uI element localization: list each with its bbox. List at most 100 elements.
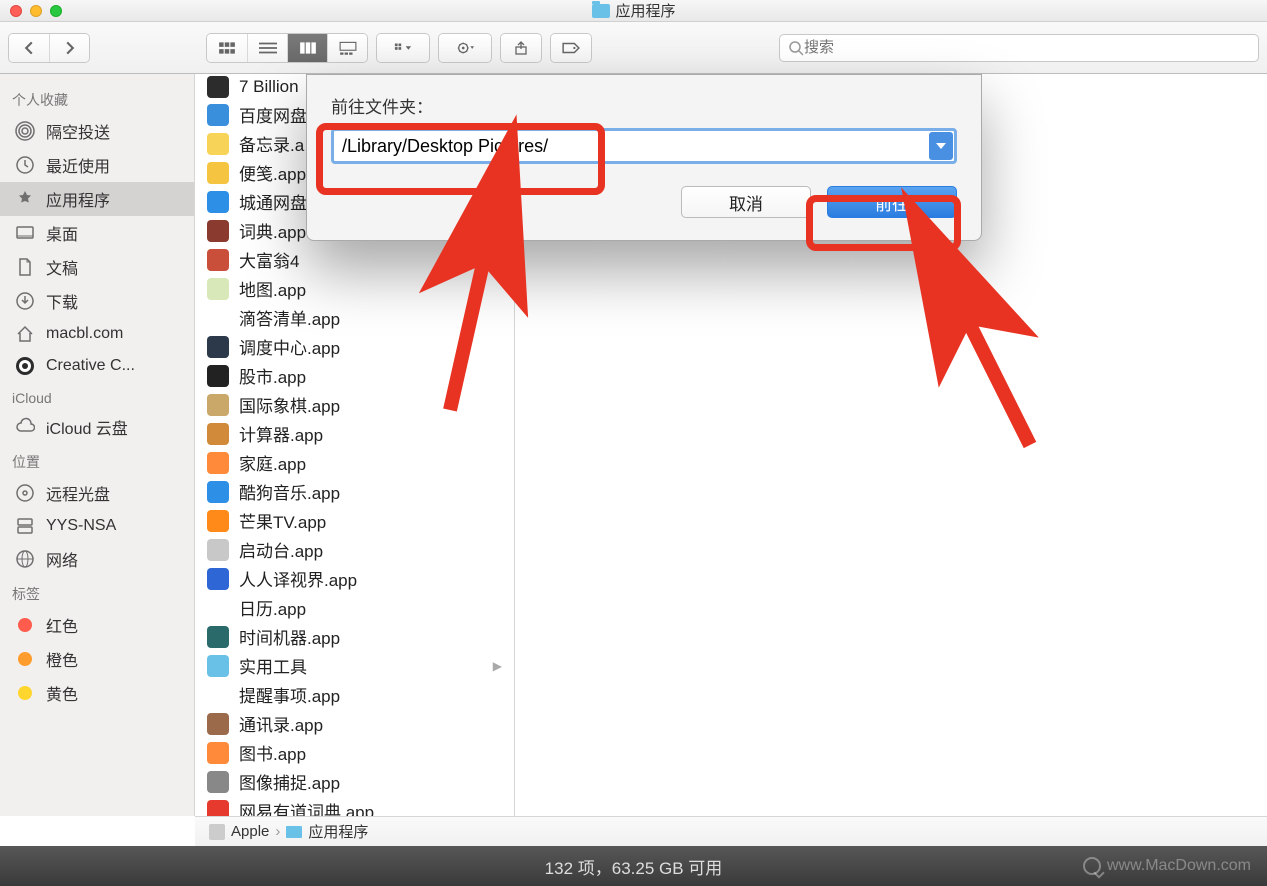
file-item[interactable]: 人人译视界.app	[195, 564, 514, 593]
file-name: 词典.app	[239, 218, 306, 243]
action-button[interactable]	[439, 34, 491, 62]
share-button[interactable]	[501, 34, 541, 62]
file-name: 启动台.app	[239, 537, 323, 562]
minimize-icon[interactable]	[30, 5, 42, 17]
file-item[interactable]: 滴答清单.app	[195, 303, 514, 332]
watermark-icon	[1083, 857, 1101, 875]
file-name: 国际象棋.app	[239, 392, 340, 417]
file-item[interactable]: 网易有道词典.app	[195, 796, 514, 816]
sidebar-section-header: 标签	[0, 576, 194, 608]
file-item[interactable]: 实用工具▶	[195, 651, 514, 680]
sidebar-item[interactable]: iCloud 云盘	[0, 410, 194, 444]
app-icon	[207, 800, 229, 817]
file-name: 城通网盘	[239, 189, 307, 214]
go-button[interactable]: 前往	[827, 186, 957, 218]
sidebar-item-label: 橙色	[46, 647, 78, 671]
file-item[interactable]: 大富翁4	[195, 245, 514, 274]
path-dropdown-button[interactable]	[929, 132, 953, 160]
sidebar-item[interactable]: YYS-NSA	[0, 510, 194, 542]
sidebar-item[interactable]: Creative C...	[0, 350, 194, 382]
maximize-icon[interactable]	[50, 5, 62, 17]
close-icon[interactable]	[10, 5, 22, 17]
icon-view-button[interactable]	[207, 34, 247, 62]
sidebar-item[interactable]: 最近使用	[0, 148, 194, 182]
sidebar-item[interactable]: 红色	[0, 608, 194, 642]
list-view-button[interactable]	[247, 34, 287, 62]
download-icon	[14, 290, 36, 312]
file-item[interactable]: 股市.app	[195, 361, 514, 390]
file-item[interactable]: 启动台.app	[195, 535, 514, 564]
file-name: 酷狗音乐.app	[239, 479, 340, 504]
path-disk-label[interactable]: Apple	[231, 823, 269, 840]
file-item[interactable]: 地图.app	[195, 274, 514, 303]
sidebar-item[interactable]: 远程光盘	[0, 476, 194, 510]
sidebar-item[interactable]: 网络	[0, 542, 194, 576]
arrange-group	[376, 33, 430, 63]
file-item[interactable]: 国际象棋.app	[195, 390, 514, 419]
globe-icon	[14, 548, 36, 570]
file-item[interactable]: 家庭.app	[195, 448, 514, 477]
file-item[interactable]: 酷狗音乐.app	[195, 477, 514, 506]
path-separator: ›	[275, 823, 280, 840]
app-icon	[207, 481, 229, 503]
app-icon	[207, 597, 229, 619]
sidebar-item-label: 下载	[46, 289, 78, 313]
sidebar-item[interactable]: 橙色	[0, 642, 194, 676]
file-name: 计算器.app	[239, 421, 323, 446]
sidebar-section-header: 位置	[0, 444, 194, 476]
file-item[interactable]: 计算器.app	[195, 419, 514, 448]
sidebar-item[interactable]: 应用程序	[0, 182, 194, 216]
file-item[interactable]: 图书.app	[195, 738, 514, 767]
cancel-button[interactable]: 取消	[681, 186, 811, 218]
arrange-button[interactable]	[377, 34, 429, 62]
app-icon	[207, 133, 229, 155]
sidebar-item[interactable]: macbl.com	[0, 318, 194, 350]
file-item[interactable]: 芒果TV.app	[195, 506, 514, 535]
file-item[interactable]: 调度中心.app	[195, 332, 514, 361]
path-folder-label[interactable]: 应用程序	[308, 821, 368, 842]
file-name: 图书.app	[239, 740, 306, 765]
doc-icon	[14, 256, 36, 278]
sidebar-item-label: 文稿	[46, 255, 78, 279]
column-view-button[interactable]	[287, 34, 327, 62]
sidebar-item[interactable]: 隔空投送	[0, 114, 194, 148]
toolbar	[0, 22, 1267, 74]
apps-icon	[14, 188, 36, 210]
file-name: 家庭.app	[239, 450, 306, 475]
sidebar-item[interactable]: 下载	[0, 284, 194, 318]
path-input[interactable]	[331, 128, 957, 164]
app-icon	[207, 394, 229, 416]
file-name: 芒果TV.app	[239, 508, 326, 533]
tag-icon	[14, 614, 36, 636]
app-icon	[207, 423, 229, 445]
search-input[interactable]	[804, 39, 1250, 56]
file-item[interactable]: 图像捕捉.app	[195, 767, 514, 796]
titlebar: 应用程序	[0, 0, 1267, 22]
server-icon	[14, 515, 36, 537]
file-name: 百度网盘	[239, 102, 307, 127]
app-icon	[207, 336, 229, 358]
status-text: 132 项，63.25 GB 可用	[545, 854, 723, 879]
sidebar-item[interactable]: 黄色	[0, 676, 194, 710]
tag-button[interactable]	[551, 34, 591, 62]
gallery-view-button[interactable]	[327, 34, 367, 62]
action-group	[438, 33, 492, 63]
app-icon	[207, 365, 229, 387]
airdrop-icon	[14, 120, 36, 142]
forward-button[interactable]	[49, 34, 89, 62]
app-icon	[207, 568, 229, 590]
back-button[interactable]	[9, 34, 49, 62]
file-item[interactable]: 通讯录.app	[195, 709, 514, 738]
search-field[interactable]	[779, 34, 1259, 62]
sidebar-item[interactable]: 文稿	[0, 250, 194, 284]
file-item[interactable]: 日历.app	[195, 593, 514, 622]
dialog-label: 前往文件夹：	[331, 93, 957, 118]
file-name: 图像捕捉.app	[239, 769, 340, 794]
file-item[interactable]: 时间机器.app	[195, 622, 514, 651]
sidebar-item[interactable]: 桌面	[0, 216, 194, 250]
file-item[interactable]: 提醒事项.app	[195, 680, 514, 709]
folder-icon	[591, 4, 609, 18]
sidebar-item-label: 红色	[46, 613, 78, 637]
file-name: 大富翁4	[239, 247, 299, 272]
cloud-icon	[14, 416, 36, 438]
